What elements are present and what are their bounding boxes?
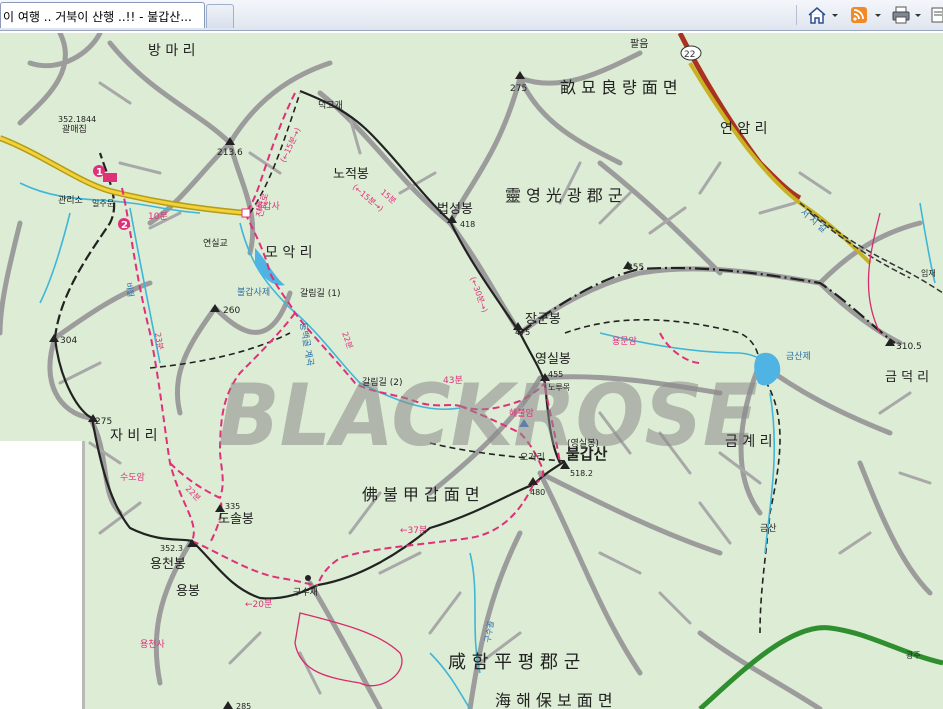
home-button[interactable] <box>805 4 839 26</box>
label-beopseongbong: 법성봉 <box>437 202 473 217</box>
label-palgeum: 팔음 <box>630 38 648 50</box>
label-time-43: 43분 <box>443 375 463 386</box>
label-height-304: 304 <box>60 336 77 346</box>
label-gwangju: 광주 <box>906 650 921 660</box>
label-haebulam: 해불암 <box>509 407 534 419</box>
label-time-37: ←37분 <box>400 525 427 536</box>
bus-marker <box>103 173 117 182</box>
road-number: 22 <box>684 50 695 60</box>
toolbar-separator <box>796 5 797 25</box>
label-height-455: 455 <box>548 370 563 379</box>
label-height-260: 260 <box>223 306 240 316</box>
label-sudoam: 수도암 <box>120 471 145 483</box>
tab-title: 이 여행 .. 거북이 산행 ..!! - 불갑산... <box>3 10 192 24</box>
print-icon <box>892 6 921 24</box>
temple-marker <box>241 208 251 218</box>
label-height-285: 285 <box>236 702 251 709</box>
label-bulgap-myeon: 佛 불 甲 갑 面 면 <box>362 485 480 504</box>
label-galrimgil-2: 갈림길 (2) <box>362 376 402 388</box>
watermark: BLACKROSE <box>218 366 758 466</box>
label-myoryang-myeon: 畝 묘 良 량 面 면 <box>560 78 678 97</box>
label-geumdeok-ri: 금 덕 리 <box>885 370 929 385</box>
label-yongbong: 용봉 <box>176 584 200 599</box>
label-geumsan: 금산 <box>760 523 777 534</box>
label-height-275a: 275 <box>510 84 527 94</box>
label-imjae: 임재 <box>921 269 936 278</box>
label-bulgapsaje: 불갑사제 <box>237 286 270 298</box>
label-yongcheonbong: 용천봉 <box>150 557 186 572</box>
label-height-3523: 352.3 <box>160 544 183 553</box>
print-button[interactable] <box>890 4 924 26</box>
label-yeonam-ri: 연 암 리 <box>720 121 768 137</box>
label-height-418: 418 <box>460 220 475 229</box>
hiking-map[interactable]: 1 2 22 BLACKROSE 방 마 리 팔음 275 畝 묘 良 량 面 … <box>0 33 943 709</box>
label-doseolbong: 도솔봉 <box>218 512 254 527</box>
label-bangmari: 방 마 리 <box>148 43 196 59</box>
label-yongmunam: 용문암 <box>612 335 637 347</box>
label-gwanriso: 관리소 <box>58 195 83 206</box>
svg-text:2: 2 <box>121 220 128 231</box>
home-icon <box>808 7 838 24</box>
label-height-2136: 213.6 <box>217 148 243 158</box>
label-nojeokbong: 노적봉 <box>333 167 369 182</box>
label-height-480: 480 <box>530 488 545 497</box>
browser-toolbar: 이 여행 .. 거북이 산행 ..!! - 불갑산... <box>0 0 943 31</box>
label-ogeori: 오거리 <box>520 452 545 463</box>
active-tab[interactable]: 이 여행 .. 거북이 산행 ..!! - 불갑산... <box>0 2 205 28</box>
label-jabi-ri: 자 비 리 <box>110 428 158 444</box>
label-galrimgil-1: 갈림길 (1) <box>300 287 340 299</box>
label-height-3521844: 352.1844 <box>58 115 96 124</box>
label-height-475: 475 <box>515 328 530 337</box>
label-gusujae: 구수재 <box>293 587 318 598</box>
label-time-10: 10분 <box>148 211 168 222</box>
label-deokgogae: 덕고개 <box>318 100 343 111</box>
label-yongcheonsa: 용천사 <box>140 639 166 650</box>
label-height-5182: 518.2 <box>570 469 593 478</box>
label-haebo-myeon: 海 해 保 보 面 면 <box>495 691 613 709</box>
label-yeongsilbong-alt: (영실봉) <box>567 438 599 449</box>
label-geumsanje: 금산제 <box>786 351 811 362</box>
page-button[interactable] <box>930 4 943 26</box>
label-height-335: 335 <box>225 502 240 511</box>
label-yeongsilbong: 영실봉 <box>535 352 571 367</box>
label-height-3105: 310.5 <box>896 342 922 352</box>
rss-feed-icon <box>851 7 881 23</box>
page-icon <box>931 7 943 23</box>
label-moak-ri: 모 악 리 <box>265 245 313 261</box>
label-yeonsilgyo: 연실교 <box>203 238 228 249</box>
label-yeonggwang-gun: 靈 영 光 광 郡 군 <box>505 186 623 205</box>
label-geumgye-ri: 금 계 리 <box>725 434 773 450</box>
label-janggunbong: 장군봉 <box>525 312 561 327</box>
label-height-275b: 275 <box>95 417 112 427</box>
label-norumok: 노루목 <box>548 383 570 392</box>
new-tab-button[interactable] <box>206 4 234 28</box>
label-iljumun: 일주문 <box>92 199 114 208</box>
blank-corner <box>0 441 82 709</box>
label-hampyeong-gun: 咸 함 平 평 郡 군 <box>448 652 580 673</box>
label-time-20: ←20분 <box>245 599 272 610</box>
label-gwaemae: 괄매집 <box>62 123 87 135</box>
label-height-355: 355 <box>627 263 644 273</box>
svg-text:1: 1 <box>96 167 103 178</box>
feeds-button[interactable] <box>848 4 882 26</box>
